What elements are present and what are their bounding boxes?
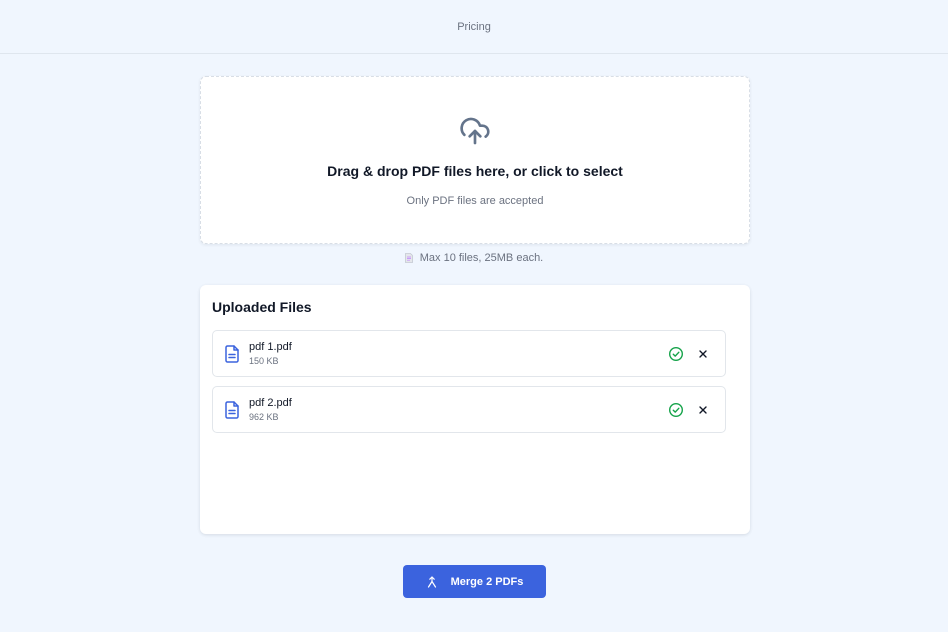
check-circle-icon bbox=[668, 346, 684, 362]
cloud-upload-icon bbox=[460, 117, 490, 145]
nav-link-pricing[interactable]: Pricing bbox=[457, 21, 491, 33]
check-circle-icon bbox=[668, 402, 684, 418]
file-row: pdf 1.pdf 150 KB bbox=[212, 330, 726, 377]
file-row: pdf 2.pdf 962 KB bbox=[212, 386, 726, 433]
file-text-icon bbox=[225, 345, 239, 363]
merge-icon bbox=[427, 575, 436, 588]
file-name: pdf 2.pdf bbox=[249, 397, 292, 409]
uploaded-files-panel: Uploaded Files pdf 1.pdf 150 KB pdf 2.pd… bbox=[200, 285, 750, 534]
dropzone-subtitle: Only PDF files are accepted bbox=[406, 195, 544, 207]
upload-limits: Max 10 files, 25MB each. bbox=[0, 252, 948, 264]
remove-file-button[interactable] bbox=[695, 346, 711, 362]
close-icon bbox=[699, 406, 707, 414]
close-icon bbox=[699, 350, 707, 358]
file-size: 150 KB bbox=[249, 356, 279, 366]
top-navigation: Pricing bbox=[0, 0, 948, 54]
uploaded-files-title: Uploaded Files bbox=[212, 299, 312, 315]
pdf-dropzone[interactable]: Drag & drop PDF files here, or click to … bbox=[200, 76, 750, 244]
merge-pdfs-button[interactable]: Merge 2 PDFs bbox=[403, 565, 546, 598]
upload-limits-text: Max 10 files, 25MB each. bbox=[419, 252, 544, 264]
merge-button-label: Merge 2 PDFs bbox=[450, 575, 524, 588]
remove-file-button[interactable] bbox=[695, 402, 711, 418]
dropzone-title: Drag & drop PDF files here, or click to … bbox=[327, 163, 623, 179]
file-text-icon bbox=[225, 401, 239, 419]
file-size: 962 KB bbox=[249, 412, 279, 422]
document-icon bbox=[404, 253, 413, 263]
file-name: pdf 1.pdf bbox=[249, 341, 292, 353]
